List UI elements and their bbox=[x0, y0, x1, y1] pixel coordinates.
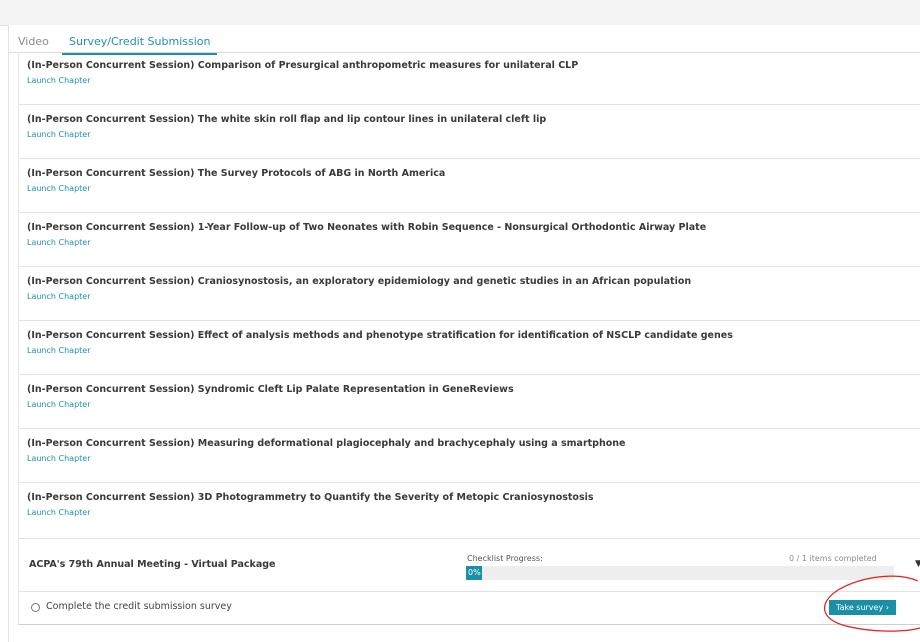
launch-chapter-link[interactable]: Launch Chapter bbox=[27, 400, 91, 409]
launch-chapter-link[interactable]: Launch Chapter bbox=[27, 346, 91, 355]
chapter-item: (In-Person Concurrent Session) The white… bbox=[18, 106, 920, 159]
chapter-title: (In-Person Concurrent Session) The Surve… bbox=[27, 168, 446, 179]
survey-checklist-item: Complete the credit submission survey Ta… bbox=[18, 592, 920, 625]
checklist-progress-bar: 0% bbox=[466, 566, 894, 580]
survey-item-label: Complete the credit submission survey bbox=[46, 601, 232, 612]
top-band bbox=[0, 0, 920, 26]
chapter-title: (In-Person Concurrent Session) Effect of… bbox=[27, 330, 733, 341]
chapter-item: (In-Person Concurrent Session) Compariso… bbox=[18, 52, 920, 105]
chapter-item: (In-Person Concurrent Session) Syndromic… bbox=[18, 376, 920, 429]
chapter-item: (In-Person Concurrent Session) 3D Photog… bbox=[18, 484, 920, 539]
launch-chapter-link[interactable]: Launch Chapter bbox=[27, 292, 91, 301]
chapter-title: (In-Person Concurrent Session) The white… bbox=[27, 114, 547, 125]
chapter-title: (In-Person Concurrent Session) Craniosyn… bbox=[27, 276, 692, 287]
tab-video[interactable]: Video bbox=[18, 35, 49, 49]
launch-chapter-link[interactable]: Launch Chapter bbox=[27, 508, 91, 517]
chapter-title: (In-Person Concurrent Session) Syndromic… bbox=[27, 384, 514, 395]
chapter-item: (In-Person Concurrent Session) Measuring… bbox=[18, 430, 920, 483]
progress-percent-text: 0% bbox=[468, 568, 481, 577]
package-title: ACPA's 79th Annual Meeting - Virtual Pac… bbox=[29, 559, 276, 570]
chapter-title: (In-Person Concurrent Session) 1-Year Fo… bbox=[27, 222, 707, 233]
package-row: ACPA's 79th Annual Meeting - Virtual Pac… bbox=[18, 539, 920, 592]
chapter-title: (In-Person Concurrent Session) 3D Photog… bbox=[27, 492, 594, 503]
chapter-title: (In-Person Concurrent Session) Measuring… bbox=[27, 438, 626, 449]
launch-chapter-link[interactable]: Launch Chapter bbox=[27, 454, 91, 463]
chapter-item: (In-Person Concurrent Session) The Surve… bbox=[18, 160, 920, 213]
checklist-items-count: 0 / 1 items completed bbox=[789, 554, 877, 563]
radio-empty-icon[interactable] bbox=[31, 603, 40, 612]
take-survey-button[interactable]: Take survey › bbox=[829, 600, 896, 615]
chapter-item: (In-Person Concurrent Session) Effect of… bbox=[18, 322, 920, 375]
launch-chapter-link[interactable]: Launch Chapter bbox=[27, 76, 91, 85]
launch-chapter-link[interactable]: Launch Chapter bbox=[27, 130, 91, 139]
chapter-item: (In-Person Concurrent Session) Craniosyn… bbox=[18, 268, 920, 321]
tab-bar: Video Survey/Credit Submission bbox=[9, 25, 920, 55]
progress-bar-fill: 0% bbox=[466, 566, 482, 580]
launch-chapter-link[interactable]: Launch Chapter bbox=[27, 238, 91, 247]
chapter-title: (In-Person Concurrent Session) Compariso… bbox=[27, 60, 579, 71]
checklist-progress-label: Checklist Progress: bbox=[467, 554, 543, 563]
chapter-item: (In-Person Concurrent Session) 1-Year Fo… bbox=[18, 214, 920, 267]
caret-down-icon[interactable]: ▼ bbox=[915, 559, 920, 569]
content-frame: Video Survey/Credit Submission (In-Perso… bbox=[8, 25, 920, 642]
launch-chapter-link[interactable]: Launch Chapter bbox=[27, 184, 91, 193]
